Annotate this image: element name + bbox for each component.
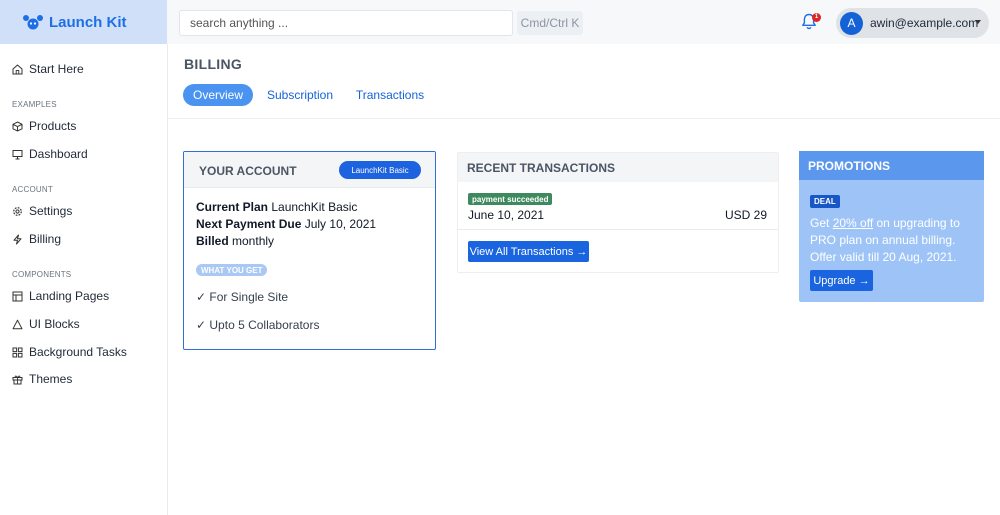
- gear-icon: [13, 206, 22, 216]
- sidebar-item-label: Dashboard: [29, 147, 88, 161]
- sidebar-item-label: Settings: [29, 204, 73, 218]
- user-menu[interactable]: A awin@example.com: [836, 8, 989, 38]
- view-all-transactions-button[interactable]: View All Transactions →: [468, 241, 589, 262]
- sidebar-item-label: UI Blocks: [29, 317, 80, 331]
- cube-icon: [12, 120, 23, 132]
- plan-badge: LaunchKit Basic: [339, 161, 421, 179]
- sidebar-item-dashboard[interactable]: Dashboard: [12, 144, 88, 164]
- search-input[interactable]: [179, 10, 513, 36]
- promotion-highlight: 20% off: [832, 216, 874, 230]
- current-plan-row: Current Plan LaunchKit Basic: [196, 200, 357, 214]
- promotions-card-header: PROMOTIONS: [799, 151, 984, 180]
- sidebar-item-label: Billing: [29, 232, 62, 246]
- user-email: awin@example.com: [870, 16, 979, 30]
- next-payment-label: Next Payment Due: [196, 217, 302, 231]
- lightning-icon: [13, 234, 22, 244]
- grid-icon: [12, 347, 23, 357]
- sidebar-item-label: Background Tasks: [29, 345, 127, 359]
- current-plan-value: LaunchKit Basic: [271, 200, 358, 214]
- billed-row: Billed monthly: [196, 234, 274, 248]
- triangle-icon: [12, 319, 23, 329]
- feature-item: ✓ For Single Site: [196, 290, 289, 304]
- brand-header[interactable]: Launch Kit: [0, 0, 167, 44]
- brand-name: Launch Kit: [49, 13, 127, 31]
- transactions-card: RECENT TRANSACTIONS payment succeeded Ju…: [457, 152, 779, 273]
- feature-item: ✓ Upto 5 Collaborators: [196, 318, 320, 332]
- sidebar-section-account: ACCOUNT: [12, 185, 53, 194]
- tab-overview[interactable]: Overview: [183, 84, 253, 106]
- billed-label: Billed: [196, 234, 229, 248]
- home-icon: [12, 63, 23, 74]
- gift-icon: [12, 375, 23, 384]
- sidebar-item-themes[interactable]: Themes: [12, 369, 72, 389]
- paw-logo-icon: [23, 15, 43, 30]
- sidebar-item-background-tasks[interactable]: Background Tasks: [12, 342, 127, 362]
- notification-count-badge: 1: [812, 13, 821, 22]
- sidebar-item-label: Start Here: [29, 62, 84, 76]
- transactions-card-header: RECENT TRANSACTIONS: [458, 153, 778, 182]
- next-payment-row: Next Payment Due July 10, 2021: [196, 217, 376, 231]
- upgrade-button[interactable]: Upgrade →: [810, 270, 873, 291]
- account-card-title: YOUR ACCOUNT: [199, 164, 297, 178]
- account-card-header: YOUR ACCOUNT LaunchKit Basic: [184, 152, 435, 188]
- tab-transactions[interactable]: Transactions: [351, 84, 429, 106]
- account-card: YOUR ACCOUNT LaunchKit Basic Current Pla…: [183, 151, 436, 350]
- sidebar-item-billing[interactable]: Billing: [12, 229, 61, 249]
- transaction-amount: USD 29: [724, 208, 767, 222]
- sidebar-section-components: COMPONENTS: [12, 270, 72, 279]
- page-title: BILLING: [184, 56, 243, 72]
- sidebar-item-label: Landing Pages: [29, 289, 110, 303]
- search-shortcut-hint: Cmd/Ctrl K: [517, 11, 583, 35]
- sidebar-item-ui-blocks[interactable]: UI Blocks: [12, 314, 80, 334]
- status-badge: payment succeeded: [468, 193, 553, 205]
- promotion-text-before: Get: [810, 216, 833, 230]
- sidebar-item-products[interactable]: Products: [12, 116, 76, 136]
- sidebar-section-examples: EXAMPLES: [12, 100, 57, 109]
- next-payment-value: July 10, 2021: [304, 217, 377, 231]
- layout-icon: [12, 291, 23, 301]
- notifications-button[interactable]: 1: [800, 11, 822, 33]
- sidebar-item-start-here[interactable]: Start Here: [12, 59, 84, 79]
- monitor-icon: [12, 149, 23, 159]
- avatar: A: [840, 11, 863, 35]
- sidebar-item-settings[interactable]: Settings: [12, 201, 72, 221]
- tab-subscription[interactable]: Subscription: [262, 84, 338, 106]
- sidebar-item-label: Products: [29, 119, 77, 133]
- sidebar-item-landing-pages[interactable]: Landing Pages: [12, 286, 109, 306]
- promotion-text: Get 20% off on upgrading to PRO plan on …: [810, 215, 978, 266]
- transactions-card-title: RECENT TRANSACTIONS: [467, 161, 616, 175]
- deal-badge: DEAL: [810, 195, 840, 208]
- current-plan-label: Current Plan: [196, 200, 269, 214]
- promotions-card-title: PROMOTIONS: [808, 159, 891, 173]
- transaction-date: June 10, 2021: [468, 208, 545, 222]
- sidebar-item-label: Themes: [29, 372, 73, 386]
- features-label-badge: WHAT YOU GET: [196, 264, 268, 276]
- header-divider: [168, 118, 1000, 119]
- transactions-divider: [458, 229, 778, 230]
- promotions-card: PROMOTIONS DEAL Get 20% off on upgrading…: [799, 151, 984, 302]
- chevron-down-icon: [975, 20, 981, 24]
- billed-value: monthly: [232, 234, 275, 248]
- sidebar: [0, 44, 168, 515]
